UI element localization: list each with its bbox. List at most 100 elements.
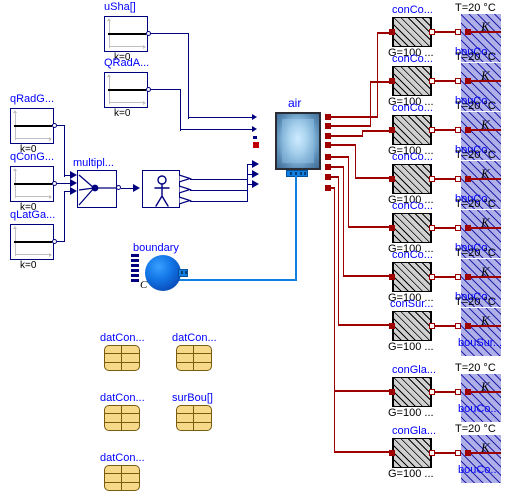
- axis-arrow-right-icon: [143, 101, 146, 105]
- record-block-1[interactable]: [104, 345, 140, 371]
- hatch-pattern: [393, 214, 431, 242]
- boundary-stem-6: [469, 276, 501, 278]
- axis-horizontal: [15, 254, 51, 255]
- boundary-sphere-glyph: C: [140, 279, 148, 291]
- boundary-port-6[interactable]: [455, 274, 461, 280]
- air-heat-port-left[interactable]: [253, 142, 259, 148]
- conductor-label-1: conCo...: [392, 4, 433, 16]
- air-volume-block[interactable]: [275, 112, 321, 170]
- air-small-port-upper[interactable]: [253, 136, 257, 139]
- source-block-qcong[interactable]: [10, 166, 54, 202]
- boundary-temp-8: T=20 °C: [455, 362, 496, 374]
- conductor-port-a-1[interactable]: [389, 29, 395, 35]
- conductor-block-4[interactable]: [392, 164, 432, 194]
- source-label-qradg: qRadG...: [10, 93, 55, 105]
- conductor-port-a-2[interactable]: [389, 78, 395, 84]
- source-block-qlatga[interactable]: [10, 224, 54, 260]
- axis-arrow-up-icon: [13, 168, 17, 171]
- boundary-temp-6: T=20 °C: [455, 247, 496, 259]
- wire-fluid-h: [178, 279, 297, 282]
- axis-arrow-right-icon: [49, 195, 52, 199]
- axis-arrow-right-icon: [49, 253, 52, 257]
- hatch-pattern: [393, 18, 431, 46]
- boundary-port-7[interactable]: [455, 323, 461, 329]
- conductor-block-8[interactable]: [392, 377, 432, 407]
- conductor-block-5[interactable]: [392, 213, 432, 243]
- record-line-v: [193, 406, 195, 430]
- wire-person-air-3h: [190, 200, 248, 203]
- wire-heat-2h: [331, 125, 371, 127]
- boundary-port-8[interactable]: [455, 389, 461, 395]
- conductor-port-a-9[interactable]: [389, 450, 395, 456]
- conductor-label-5: conCo...: [392, 200, 433, 212]
- air-label: air: [288, 96, 302, 110]
- conductor-port-a-6[interactable]: [389, 274, 395, 280]
- wire-heat-4t: [354, 177, 391, 179]
- record-line-v: [121, 466, 123, 490]
- wire-person-air-arrow2-icon: [252, 170, 259, 178]
- source-block-usha[interactable]: [104, 16, 148, 52]
- conductor-port-a-3[interactable]: [389, 127, 395, 133]
- boundary-temp-9: T=20 °C: [455, 423, 496, 435]
- hatch-pattern: [393, 116, 431, 144]
- hatch-pattern: [393, 67, 431, 95]
- conductor-port-a-7[interactable]: [389, 323, 395, 329]
- constant-line: [108, 89, 146, 91]
- hatch-pattern: [393, 263, 431, 291]
- conductor-port-a-5[interactable]: [389, 225, 395, 231]
- wire-heat-6t: [342, 275, 391, 277]
- boundary-stem-9: [469, 452, 501, 454]
- conductor-block-3[interactable]: [392, 115, 432, 145]
- hatch-pattern: [393, 378, 431, 406]
- conductor-block-2[interactable]: [392, 66, 432, 96]
- wire-heat-4h: [331, 144, 356, 146]
- record-block-4[interactable]: [176, 405, 212, 431]
- source-block-qradg[interactable]: [10, 108, 54, 144]
- boundary-port-1[interactable]: [455, 29, 461, 35]
- multiplex-block[interactable]: [77, 170, 117, 208]
- boundary-temp-1: T=20 °C: [455, 2, 496, 14]
- conductor-label-8: conGla...: [392, 364, 437, 376]
- wire-qrada-h1: [151, 88, 181, 91]
- person-block[interactable]: [142, 170, 180, 208]
- conductor-label-2: conCo...: [392, 53, 433, 65]
- axis-arrow-up-icon: [13, 226, 17, 229]
- record-label-2: datCon...: [172, 332, 217, 344]
- record-label-1: datCon...: [100, 332, 145, 344]
- wire-person-air-arrow3-icon: [252, 180, 259, 188]
- wire-qrada-h2: [179, 128, 254, 131]
- conductor-label-3: conCo...: [392, 102, 433, 114]
- boundary-port-5[interactable]: [455, 225, 461, 231]
- boundary-port-9[interactable]: [455, 450, 461, 456]
- boundary-port-4[interactable]: [455, 176, 461, 182]
- conductor-port-a-8[interactable]: [389, 389, 395, 395]
- wire-heat-5t: [347, 226, 391, 228]
- axis-horizontal: [109, 102, 145, 103]
- conductor-block-9[interactable]: [392, 438, 432, 468]
- boundary-stem-4: [469, 178, 501, 180]
- wire-qlatga-arrow-icon: [70, 187, 77, 195]
- multiplex-label: multipl...: [73, 157, 114, 169]
- wire-usha-v: [187, 32, 190, 119]
- constant-line: [108, 33, 146, 35]
- boundary-fluid-port[interactable]: [178, 269, 188, 277]
- boundary-label-8: bouCo...: [458, 403, 500, 415]
- boundary-stem-1: [469, 31, 501, 33]
- conductor-block-6[interactable]: [392, 262, 432, 292]
- record-block-5[interactable]: [104, 465, 140, 491]
- boundary-port-2[interactable]: [455, 78, 461, 84]
- record-block-3[interactable]: [104, 405, 140, 431]
- conductor-label-6: conCo...: [392, 249, 433, 261]
- conductor-block-7[interactable]: [392, 311, 432, 341]
- boundary-temp-7: T=20 °C: [455, 296, 496, 308]
- wire-heat-6v: [342, 166, 345, 276]
- boundary-port-3[interactable]: [455, 127, 461, 133]
- conductor-block-1[interactable]: [392, 17, 432, 47]
- wire-usha-arrow-icon: [252, 113, 257, 120]
- source-block-qrada[interactable]: [104, 72, 148, 108]
- boundary-temp-3: T=20 °C: [455, 100, 496, 112]
- wire-heat-3t: [361, 130, 391, 132]
- record-block-2[interactable]: [176, 345, 212, 371]
- record-line-v: [121, 406, 123, 430]
- conductor-port-a-4[interactable]: [389, 176, 395, 182]
